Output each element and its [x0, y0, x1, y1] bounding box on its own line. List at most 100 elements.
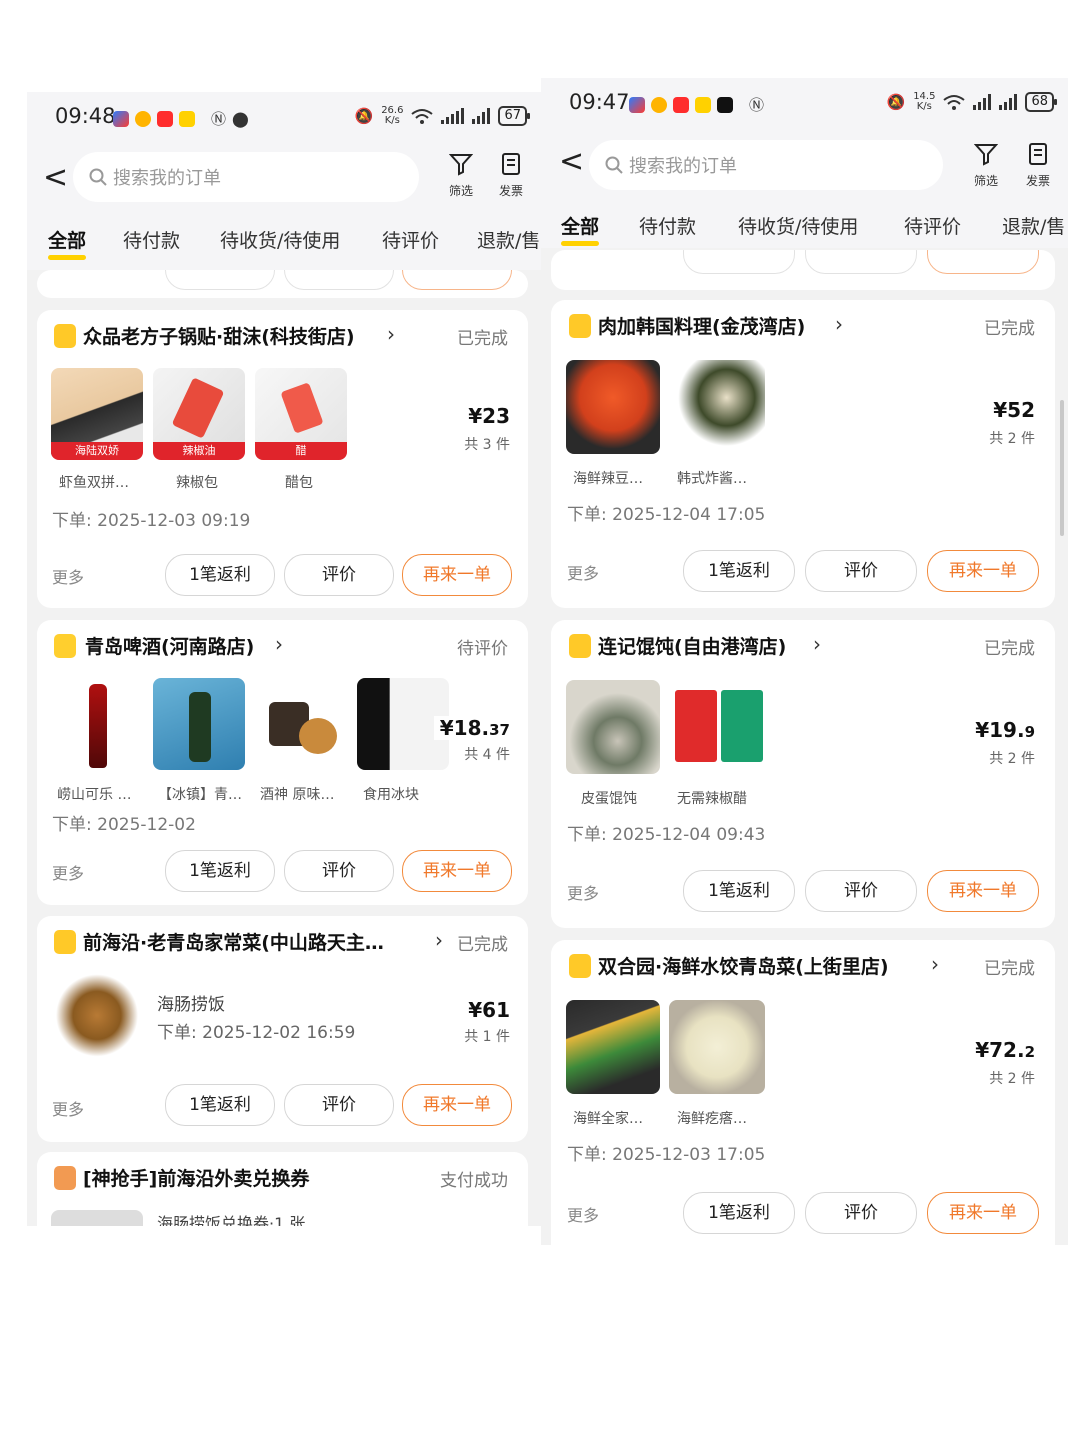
tab-all[interactable]: 全部	[48, 226, 87, 260]
filter-button[interactable]: 筛选	[966, 142, 1006, 189]
order-time: 下单: 2025-12-03 17:05	[567, 1145, 766, 1165]
order-price: ¥72.2	[975, 1038, 1035, 1062]
back-button[interactable]: <	[559, 146, 584, 178]
status-right: 🔕 26.6 K/s 67	[354, 106, 530, 126]
back-button[interactable]: <	[43, 162, 68, 194]
meituan-icon	[695, 96, 711, 113]
tab-pending-payment[interactable]: 待付款	[639, 212, 696, 239]
invoice-button[interactable]: 发票	[1018, 142, 1058, 189]
review-button-partial[interactable]	[284, 270, 394, 290]
clock: 09:48	[55, 104, 116, 128]
search-placeholder: 搜索我的订单	[629, 156, 737, 177]
rebate-button-partial[interactable]	[165, 270, 275, 290]
item-thumbnail[interactable]	[255, 678, 347, 770]
rebate-button[interactable]: 1笔返利	[683, 1192, 795, 1234]
wifi-icon	[943, 95, 966, 110]
item-count: 共 3 件	[464, 437, 510, 453]
rebate-button[interactable]: 1笔返利	[165, 1084, 275, 1126]
rebate-button[interactable]: 1笔返利	[165, 850, 275, 892]
item-thumbnail[interactable]	[51, 974, 143, 1066]
store-icon	[569, 954, 591, 978]
review-button[interactable]: 评价	[805, 550, 917, 592]
order-card[interactable]: 双合园·海鲜水饺青岛菜(上街里店) › 已完成 海鲜全家… 海鲜疙瘩… ¥72.…	[551, 940, 1055, 1245]
more-link[interactable]: 更多	[52, 1096, 84, 1120]
review-button[interactable]: 评价	[805, 870, 917, 912]
notification-icons: Ⓝ ⬤	[113, 108, 249, 129]
more-link[interactable]: 更多	[567, 1202, 599, 1226]
store-name[interactable]: 前海沿·老青岛家常菜(中山路天主…	[83, 928, 384, 955]
search-bar[interactable]: 搜索我的订单	[73, 152, 419, 202]
filter-button[interactable]: 筛选	[441, 152, 481, 199]
item-thumbnail[interactable]	[566, 1000, 660, 1094]
tab-pending-receipt[interactable]: 待收货/待使用	[738, 212, 858, 239]
tab-all[interactable]: 全部	[561, 212, 600, 246]
invoice-button[interactable]: 发票	[491, 152, 531, 199]
reorder-button[interactable]: 再来一单	[402, 554, 512, 596]
item-count: 共 2 件	[989, 1071, 1035, 1087]
reorder-button[interactable]: 再来一单	[402, 1084, 512, 1126]
review-button[interactable]: 评价	[284, 554, 394, 596]
item-thumbnail[interactable]	[566, 680, 660, 774]
left-screenshot: 09:48 Ⓝ ⬤ 🔕 26.6 K/s 67 < 搜索我的订单 筛选 发票 全…	[27, 92, 541, 1226]
browser-icon	[629, 96, 645, 113]
tab-pending-payment[interactable]: 待付款	[123, 226, 180, 253]
tab-pending-receipt[interactable]: 待收货/待使用	[220, 226, 340, 253]
item-thumbnail[interactable]	[669, 1000, 765, 1094]
order-card[interactable]: 连记馄饨(自由港湾店) › 已完成 皮蛋馄饨 无需辣椒醋 ¥19.9 共 2 件…	[551, 620, 1055, 928]
order-price: ¥61	[468, 998, 510, 1022]
tab-pending-review[interactable]: 待评价	[904, 212, 961, 239]
store-name[interactable]: 连记馄饨(自由港湾店)	[598, 632, 786, 659]
tiktok-icon	[717, 96, 733, 113]
more-link[interactable]: 更多	[52, 860, 84, 884]
rebate-button-partial[interactable]	[683, 250, 795, 274]
tab-refund[interactable]: 退款/售	[1002, 212, 1065, 239]
reorder-button-partial[interactable]	[927, 250, 1039, 274]
order-card[interactable]: 前海沿·老青岛家常菜(中山路天主… › 已完成 海肠捞饭 下单: 2025-12…	[37, 916, 528, 1142]
item-thumbnail[interactable]	[51, 1210, 143, 1226]
reorder-button[interactable]: 再来一单	[927, 550, 1039, 592]
more-link[interactable]: 更多	[567, 880, 599, 904]
review-button-partial[interactable]	[805, 250, 917, 274]
rebate-button[interactable]: 1笔返利	[683, 870, 795, 912]
more-link[interactable]: 更多	[567, 560, 599, 584]
rebate-button[interactable]: 1笔返利	[683, 550, 795, 592]
search-bar[interactable]: 搜索我的订单	[589, 140, 943, 190]
tab-pending-review[interactable]: 待评价	[382, 226, 439, 253]
order-status: 已完成	[984, 639, 1035, 659]
store-name[interactable]: 青岛啤酒(河南路店)	[85, 632, 254, 659]
reorder-button[interactable]: 再来一单	[927, 1192, 1039, 1234]
reorder-button-partial[interactable]	[402, 270, 512, 290]
review-button[interactable]: 评价	[805, 1192, 917, 1234]
order-card[interactable]: 青岛啤酒(河南路店) › 待评价 崂山可乐 … 【冰镇】青… 酒神 原味… 食用…	[37, 620, 528, 905]
mute-icon: 🔕	[354, 107, 374, 125]
top-header: < 搜索我的订单 筛选 发票 全部 待付款 待收货/待使用 待评价 退款/售	[541, 130, 1068, 248]
item-count: 共 4 件	[464, 747, 510, 763]
item-thumbnail[interactable]: 醋	[255, 368, 347, 460]
store-name[interactable]: 肉加韩国料理(金茂湾店)	[598, 312, 805, 339]
store-name[interactable]: 众品老方子锅贴·甜沫(科技街店)	[83, 322, 355, 349]
order-card[interactable]: 众品老方子锅贴·甜沫(科技街店) › 已完成 海陆双娇 辣椒油 醋 虾鱼双拼… …	[37, 310, 528, 608]
chevron-right-icon: ›	[435, 928, 443, 952]
reorder-button[interactable]: 再来一单	[402, 850, 512, 892]
signal-icon-1	[441, 108, 465, 124]
more-link[interactable]: 更多	[52, 564, 84, 588]
order-card[interactable]: [神抢手]前海沿外卖兑换券 支付成功 海肠捞饭兑换券·1 张	[37, 1152, 528, 1226]
scrollbar[interactable]	[1060, 400, 1064, 536]
rebate-button[interactable]: 1笔返利	[165, 554, 275, 596]
store-name[interactable]: 双合园·海鲜水饺青岛菜(上街里店)	[598, 952, 889, 979]
item-thumbnail[interactable]: 辣椒油	[153, 368, 245, 460]
review-button[interactable]: 评价	[284, 850, 394, 892]
item-thumbnail[interactable]	[51, 678, 143, 770]
item-thumbnail[interactable]: 海陆双娇	[51, 368, 143, 460]
tab-refund[interactable]: 退款/售	[477, 226, 540, 253]
item-name: 韩式炸酱…	[677, 471, 747, 487]
weibo-icon	[651, 96, 667, 113]
item-thumbnail[interactable]	[669, 360, 765, 454]
review-button[interactable]: 评价	[284, 1084, 394, 1126]
item-thumbnail[interactable]	[153, 678, 245, 770]
item-thumbnail[interactable]	[669, 680, 765, 774]
item-thumbnail[interactable]	[566, 360, 660, 454]
reorder-button[interactable]: 再来一单	[927, 870, 1039, 912]
store-name[interactable]: [神抢手]前海沿外卖兑换券	[83, 1164, 309, 1191]
order-card[interactable]: 肉加韩国料理(金茂湾店) › 已完成 海鲜辣豆… 韩式炸酱… ¥52 共 2 件…	[551, 300, 1055, 608]
